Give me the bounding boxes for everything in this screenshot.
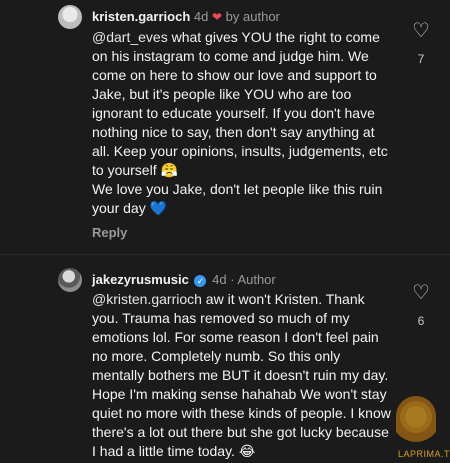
- lion-logo-icon: [396, 396, 436, 446]
- author-label: Author: [237, 272, 276, 287]
- verified-badge-icon: ✓: [194, 275, 207, 287]
- like-column: ♡ 7: [405, 20, 437, 66]
- mention-link[interactable]: @kristen.garrioch: [92, 291, 202, 307]
- divider: [0, 254, 450, 255]
- mention-link[interactable]: @dart_eves: [92, 29, 168, 45]
- avatar[interactable]: [58, 268, 82, 292]
- comment-body: what gives YOU the right to come on his …: [92, 29, 388, 178]
- comment-text: @dart_eves what gives YOU the right to c…: [92, 28, 392, 218]
- username[interactable]: jakezyrusmusic: [92, 272, 189, 287]
- comment-body-2: We love you Jake, don't let people like …: [92, 181, 383, 216]
- username[interactable]: kristen.garrioch: [92, 9, 190, 24]
- like-count[interactable]: 6: [405, 314, 437, 328]
- avatar[interactable]: [58, 5, 82, 29]
- timestamp: 4d: [193, 9, 209, 24]
- timestamp: 4d: [212, 272, 227, 287]
- comment-meta: kristen.garrioch 4d ❤ by author: [92, 9, 280, 24]
- by-author-label: by author: [225, 9, 280, 24]
- comment-kristen: kristen.garrioch 4d ❤ by author @dart_ev…: [0, 0, 450, 250]
- heart-icon: ❤: [211, 10, 223, 24]
- heart-outline-icon[interactable]: ♡: [405, 282, 437, 304]
- comment-body: aw it won't Kristen. Thank you. Trauma h…: [92, 291, 391, 459]
- comment-meta: jakezyrusmusic ✓ 4d · Author: [92, 272, 276, 287]
- watermark-text: LAPRIMA.TV: [398, 449, 450, 459]
- comment-text: @kristen.garrioch aw it won't Kristen. T…: [92, 290, 392, 461]
- heart-outline-icon[interactable]: ♡: [405, 20, 437, 42]
- like-count[interactable]: 7: [405, 52, 437, 66]
- reply-button[interactable]: Reply: [92, 225, 127, 240]
- separator: ·: [230, 272, 235, 287]
- like-column: ♡ 6: [405, 282, 437, 328]
